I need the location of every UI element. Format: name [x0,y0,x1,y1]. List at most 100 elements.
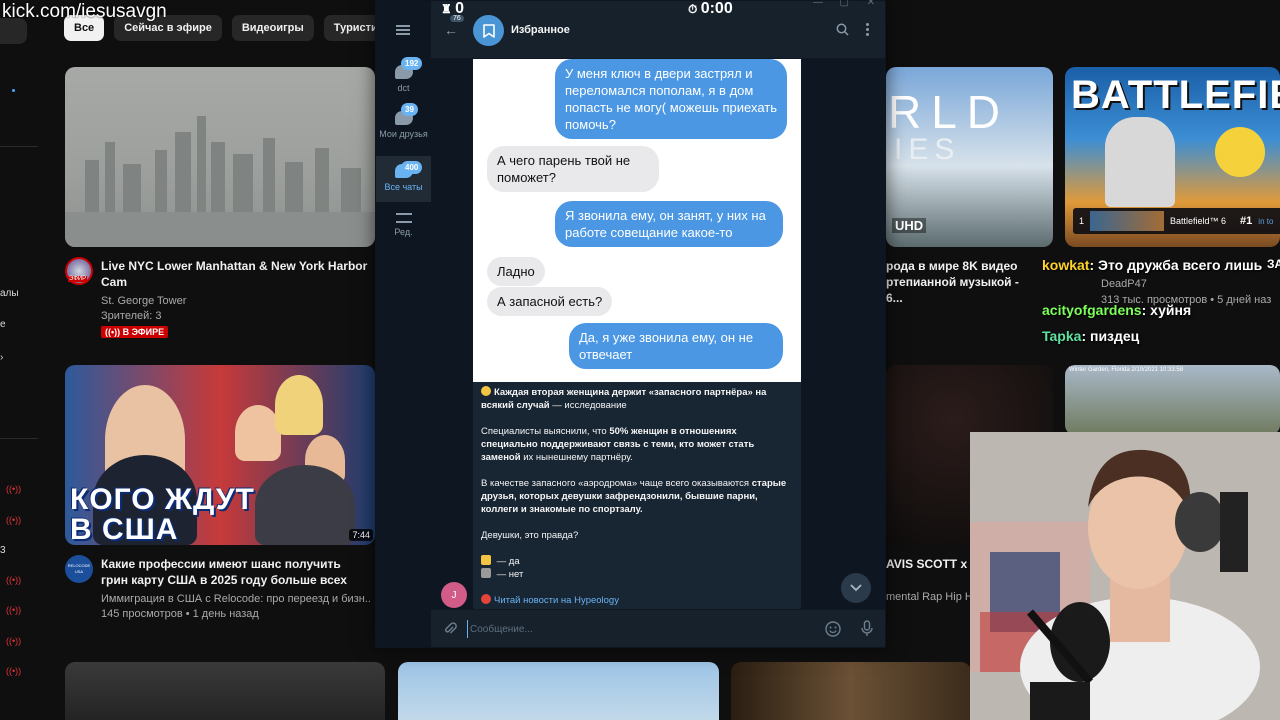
chat-text: : Это дружба всего лишь [1089,257,1263,273]
message-bubble-out: Да, я уже звонила ему, он не отвечает [569,323,783,369]
sidebar-label[interactable]: › [0,352,3,363]
video-title[interactable]: AVIS SCOTT x D [886,556,979,572]
chat-message: kowkat: Это дружба всего лишь ЗА [1042,257,1280,273]
channel-avatar[interactable]: RELOCODE USA [65,555,93,583]
rank-suffix: in to [1258,216,1274,226]
post-image-screenshot[interactable]: У меня ключ в двери застрял и переломалс… [473,59,801,382]
microphone-icon[interactable] [861,620,873,642]
avatar-label: RELOCODE USA [67,563,91,574]
video-thumbnail[interactable] [65,662,385,720]
chat-username: kowkat [1042,257,1090,273]
chat-header: ← 76 Избранное [431,1,885,59]
saved-messages-avatar[interactable] [473,15,504,46]
folder-dct[interactable]: dct 192 [376,57,431,103]
thumbs-down-icon [481,568,491,578]
chat-username: Tapka [1042,328,1082,344]
chip-games[interactable]: Видеоигры [231,15,314,41]
forwarded-post: У меня ключ в двери застрял и переломалс… [473,59,801,609]
video-title[interactable]: Live NYC Lower Manhattan & New York Harb… [101,258,371,290]
sidebar-divider [0,146,38,147]
vote-no: — нет [494,569,524,580]
video-title[interactable]: рода в мире 8K видео ртепианной музыкой … [886,258,1036,306]
trophy-icon: ♜ [441,2,456,16]
back-arrow-icon[interactable]: ← [444,22,458,38]
post-headline-rest: — исследование [549,400,627,411]
sidebar-label[interactable]: алы [0,288,19,299]
thumbs-up-icon [481,555,491,565]
bookmark-icon [482,23,495,38]
notification-dot [12,89,15,92]
message-bubble-in: А чего парень твой не поможет? [487,146,659,192]
live-icon: ((•)) [6,575,22,585]
video-meta: 145 просмотров • 1 день назад [101,608,259,620]
message-bubble-in: А запасной есть? [487,287,613,316]
message-bubble-out: Я звонила ему, он занят, у них на работе… [555,201,783,247]
menu-icon[interactable] [396,25,410,35]
post-link[interactable]: Читай новости на Hypeology [494,595,619,606]
post-paragraph: Специалисты выяснили, что [481,426,610,437]
folder-my-friends[interactable]: Мои друзья 39 [376,103,431,155]
chevron-down-icon [850,584,862,592]
video-title[interactable]: Какие профессии имеют шанс получить грин… [101,556,371,588]
live-icon: ((•)) [6,515,22,525]
chat-message: Tapka: пиздец [1042,328,1139,344]
video-thumbnail[interactable] [731,662,971,720]
message-area[interactable]: У меня ключ в двери застрял и переломалс… [431,59,885,609]
video-meta: mental Rap Hip H [886,591,973,603]
emoji-icon[interactable] [825,621,841,642]
sidebar-label[interactable]: 3 [0,545,6,556]
timer-value: 0:00 [700,0,733,17]
post-question: Девушки, это правда? [481,530,579,541]
folder-edit[interactable]: Ред. [376,213,431,247]
scroll-down-button[interactable] [841,573,871,603]
video-thumbnail-usa[interactable]: КОГО ЖДУТ В США 7:44 [65,365,375,545]
counter-value: 0 [455,0,464,17]
live-badge: ((•)) В ЭФИРЕ [101,326,169,338]
game-mini-thumb [1090,211,1165,231]
attach-icon[interactable] [443,621,457,641]
folder-label: dct [397,83,410,93]
telegram-window: — ▢ ✕ dct 192 Мои друзья 39 Все чаты 400 [375,0,886,648]
channel-avatar[interactable]: ЭФИР [65,257,93,285]
chat-message: acityofgardens: хуйня [1042,302,1191,318]
heart-icon [481,594,491,604]
unread-badge: 400 [401,161,423,174]
maximize-icon[interactable]: ▢ [840,0,849,8]
close-icon[interactable]: ✕ [867,0,875,8]
game-overlay-bar: 1 Battlefield™ 6 #1 in to [1073,208,1280,234]
stream-timer: ⏱ 0:00 [688,0,733,18]
video-thumbnail[interactable]: Winter Garden, Florida 2/10/2021 10:33:5… [1065,365,1280,435]
more-options-icon[interactable] [866,23,870,38]
search-icon[interactable] [836,23,849,41]
webcam-feed [970,432,1280,720]
sidebar-label[interactable]: е [0,319,6,330]
minimize-icon[interactable]: — [813,0,823,8]
stream-counter: ♜ 0 [441,0,464,18]
post-paragraph: В качестве запасного «аэродрома» чаще вс… [481,478,752,489]
chat-title[interactable]: Избранное [511,24,570,36]
streamer-webcam-image [970,432,1280,720]
live-avatar-label: ЭФИР [68,276,88,282]
stream-watermark: kick.com/iesusavgn [2,1,167,22]
message-bubble-in: Ладно [487,257,545,286]
chat-text: : пиздец [1081,328,1140,344]
viewer-count: Зрителей: 3 [101,310,162,322]
author-avatar[interactable]: J [441,582,467,608]
video-thumbnail[interactable] [398,662,719,720]
video-thumbnail-nyc[interactable] [65,67,375,247]
laughing-emoji-icon [481,386,491,396]
message-input[interactable] [467,620,807,638]
channel-name[interactable]: DeadP47 [1101,277,1147,292]
channel-name[interactable]: St. George Tower [101,294,186,309]
thumb-text: В США [70,513,179,545]
folder-all-chats[interactable]: Все чаты 400 [376,156,431,202]
channel-name[interactable]: Иммиграция в США с Relocode: про переезд… [101,592,371,607]
video-thumbnail-world[interactable]: RLD IES UHD [886,67,1053,247]
live-icon: ((•)) [6,484,22,494]
folder-label: Все чаты [384,182,423,192]
vote-yes: — да [494,556,520,567]
live-icon: ((•)) [6,666,22,676]
video-thumbnail-battlefield[interactable]: BATTLEFIE 1 Battlefield™ 6 #1 in to [1065,67,1280,247]
video-duration: 7:44 [349,529,373,541]
rank-number: 1 [1079,216,1085,226]
